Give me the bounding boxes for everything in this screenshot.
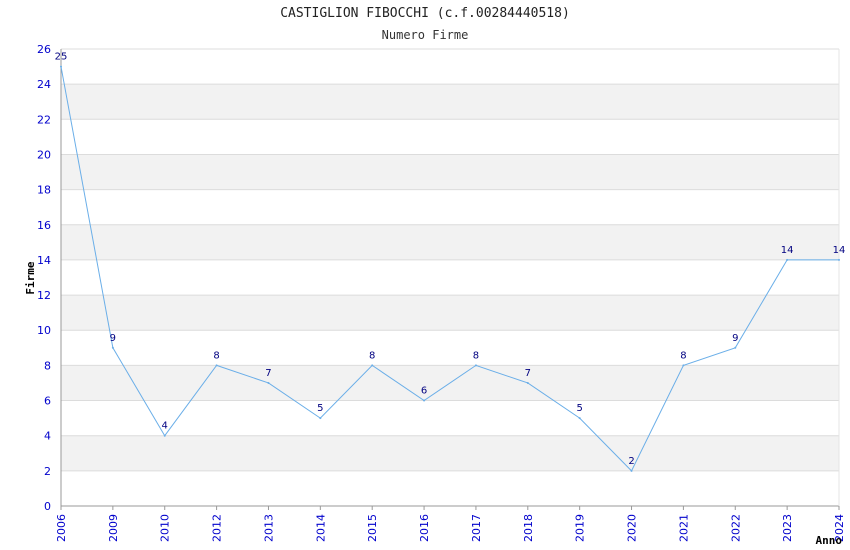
x-tick-label: 2013 [262,514,275,542]
x-tick-label: 2017 [470,514,483,542]
grid-band [61,435,839,471]
data-label: 14 [781,245,794,256]
series-line [60,66,839,472]
data-point [526,381,529,384]
x-tick-label: 2014 [314,514,327,542]
data-point [786,258,789,261]
x-tick-label: 2010 [159,514,172,542]
series-group [60,65,840,472]
y-tick-label: 20 [37,148,51,161]
y-tick-label: 26 [37,43,51,56]
data-point [371,364,374,367]
data-point [630,469,633,472]
data-label: 8 [213,350,219,361]
data-point [734,346,737,349]
y-tick-label: 14 [37,254,51,267]
x-tick-label: 2019 [574,514,587,542]
data-point [474,364,477,367]
data-point [423,399,426,402]
x-tick-label: 2016 [418,514,431,542]
x-tick-label: 2023 [781,514,794,542]
data-label: 7 [265,368,271,379]
data-point [111,346,114,349]
x-tick-label: 2015 [366,514,379,542]
data-label: 6 [421,386,427,397]
x-tick-label: 2018 [522,514,535,542]
line-chart: 02468101214161820222426 2006 2009 2010 2012… [24,43,846,547]
y-tick-label: 8 [44,359,51,372]
grid-band [61,224,839,260]
y-tick-label: 0 [44,500,51,513]
grid-bands [61,84,839,471]
data-point [60,65,62,68]
y-tick-label: 4 [44,430,51,443]
grid-band [61,84,839,120]
y-tick-label: 2 [44,465,51,478]
data-label: 25 [55,52,68,63]
x-tick-label: 2006 [55,514,68,542]
y-tick-labels: 02468101214161820222426 [37,43,51,513]
data-label: 9 [110,333,116,344]
x-tick-label: 2009 [107,514,120,542]
y-axis-label: Firme [24,261,37,294]
data-label: 8 [369,350,375,361]
x-tick-label: 2020 [626,514,639,542]
x-tick-label: 2022 [729,514,742,542]
data-label: 8 [680,350,686,361]
grid-band [61,154,839,190]
y-tick-label: 16 [37,219,51,232]
y-tick-label: 18 [37,184,51,197]
data-label: 8 [473,350,479,361]
data-point [267,381,270,384]
data-point [163,434,166,437]
data-label: 2 [628,456,634,467]
y-tick-label: 6 [44,395,51,408]
data-point [682,364,685,367]
data-label: 5 [576,403,582,414]
data-point [578,417,581,420]
y-tick-label: 12 [37,289,51,302]
y-tick-label: 24 [37,78,51,91]
data-label: 4 [162,421,168,432]
x-axis-label: Anno [816,534,843,547]
x-tick-label: 2021 [677,514,690,542]
grid-band [61,295,839,331]
y-tick-label: 10 [37,324,51,337]
data-label: 5 [317,403,323,414]
data-label: 9 [732,333,738,344]
y-tick-label: 22 [37,113,51,126]
data-label: 14 [833,245,846,256]
data-label: 7 [525,368,531,379]
data-point [215,364,218,367]
x-tick-label: 2012 [211,514,224,542]
x-tick-labels: 2006 2009 2010 2012 2013 2014 2015 2016 2017 2018… [55,514,846,542]
data-point [319,417,322,420]
data-point [838,258,840,261]
